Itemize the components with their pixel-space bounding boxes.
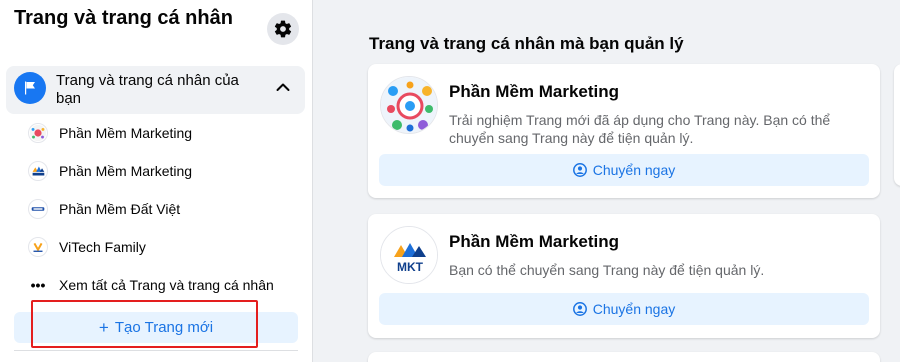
datviet-logo-icon bbox=[28, 199, 48, 219]
mkt-logo-icon bbox=[28, 161, 48, 181]
sidebar: Trang và trang cá nhân Trang và trang cá… bbox=[0, 0, 313, 362]
switch-now-label: Chuyển ngay bbox=[592, 162, 676, 178]
section-label: Trang và trang cá nhân của bạn bbox=[56, 72, 239, 107]
section-your-pages[interactable]: Trang và trang cá nhân của bạn bbox=[6, 66, 305, 114]
plus-icon: + bbox=[98, 317, 109, 337]
sidebar-page-label: ViTech Family bbox=[59, 239, 146, 255]
next-card-edge bbox=[894, 64, 900, 186]
sidebar-page-item[interactable]: ViTech Family bbox=[28, 234, 146, 260]
page-avatar[interactable]: MKT bbox=[380, 226, 438, 284]
sidebar-page-item[interactable]: Phần Mềm Marketing bbox=[28, 158, 192, 184]
see-all-label: Xem tất cả Trang và trang cá nhân bbox=[59, 277, 274, 293]
page-description: Bạn có thể chuyển sang Trang này để tiện… bbox=[449, 262, 765, 278]
settings-button[interactable] bbox=[267, 13, 299, 45]
sidebar-page-label: Phần Mềm Đất Việt bbox=[59, 201, 181, 217]
main-heading: Trang và trang cá nhân mà bạn quản lý bbox=[369, 34, 684, 53]
page-description: Trải nghiệm Trang mới đã áp dụng cho Tra… bbox=[449, 112, 831, 146]
chevron-up-icon[interactable] bbox=[276, 82, 290, 92]
see-all-pages-link[interactable]: ••• Xem tất cả Trang và trang cá nhân bbox=[28, 272, 274, 298]
switch-now-label: Chuyển ngay bbox=[592, 301, 676, 317]
sidebar-page-label: Phần Mềm Marketing bbox=[59, 125, 193, 141]
flag-icon bbox=[14, 72, 46, 104]
page-name[interactable]: Phần Mềm Marketing bbox=[449, 82, 619, 102]
sidebar-page-item[interactable]: Phần Mềm Marketing bbox=[28, 120, 192, 146]
gear-icon bbox=[274, 20, 292, 38]
more-dots-icon: ••• bbox=[30, 277, 46, 293]
next-card-partial bbox=[368, 352, 880, 362]
page-avatar[interactable] bbox=[380, 76, 438, 134]
sidebar-page-label: Phần Mềm Marketing bbox=[59, 163, 193, 179]
create-new-page-button[interactable]: + Tạo Trang mới bbox=[14, 312, 298, 343]
page-card: Phần Mềm Marketing Trải nghiệm Trang mới… bbox=[368, 64, 880, 198]
vitech-logo-icon bbox=[28, 237, 48, 257]
switch-now-button[interactable]: Chuyển ngay bbox=[379, 154, 869, 186]
sidebar-title: Trang và trang cá nhân bbox=[14, 7, 233, 29]
page-name[interactable]: Phần Mềm Marketing bbox=[449, 232, 619, 252]
create-page-label: Tạo Trang mới bbox=[114, 319, 214, 336]
mkt-logo-text: MKT bbox=[397, 260, 424, 274]
user-switch-icon bbox=[572, 302, 587, 316]
user-switch-icon bbox=[572, 163, 587, 177]
page-card: MKT Phần Mềm Marketing Bạn có thể chuyển… bbox=[368, 214, 880, 338]
infographic-logo-icon bbox=[28, 123, 48, 143]
sidebar-page-item[interactable]: Phần Mềm Đất Việt bbox=[28, 196, 180, 222]
switch-now-button[interactable]: Chuyển ngay bbox=[379, 293, 869, 325]
divider bbox=[14, 350, 298, 351]
